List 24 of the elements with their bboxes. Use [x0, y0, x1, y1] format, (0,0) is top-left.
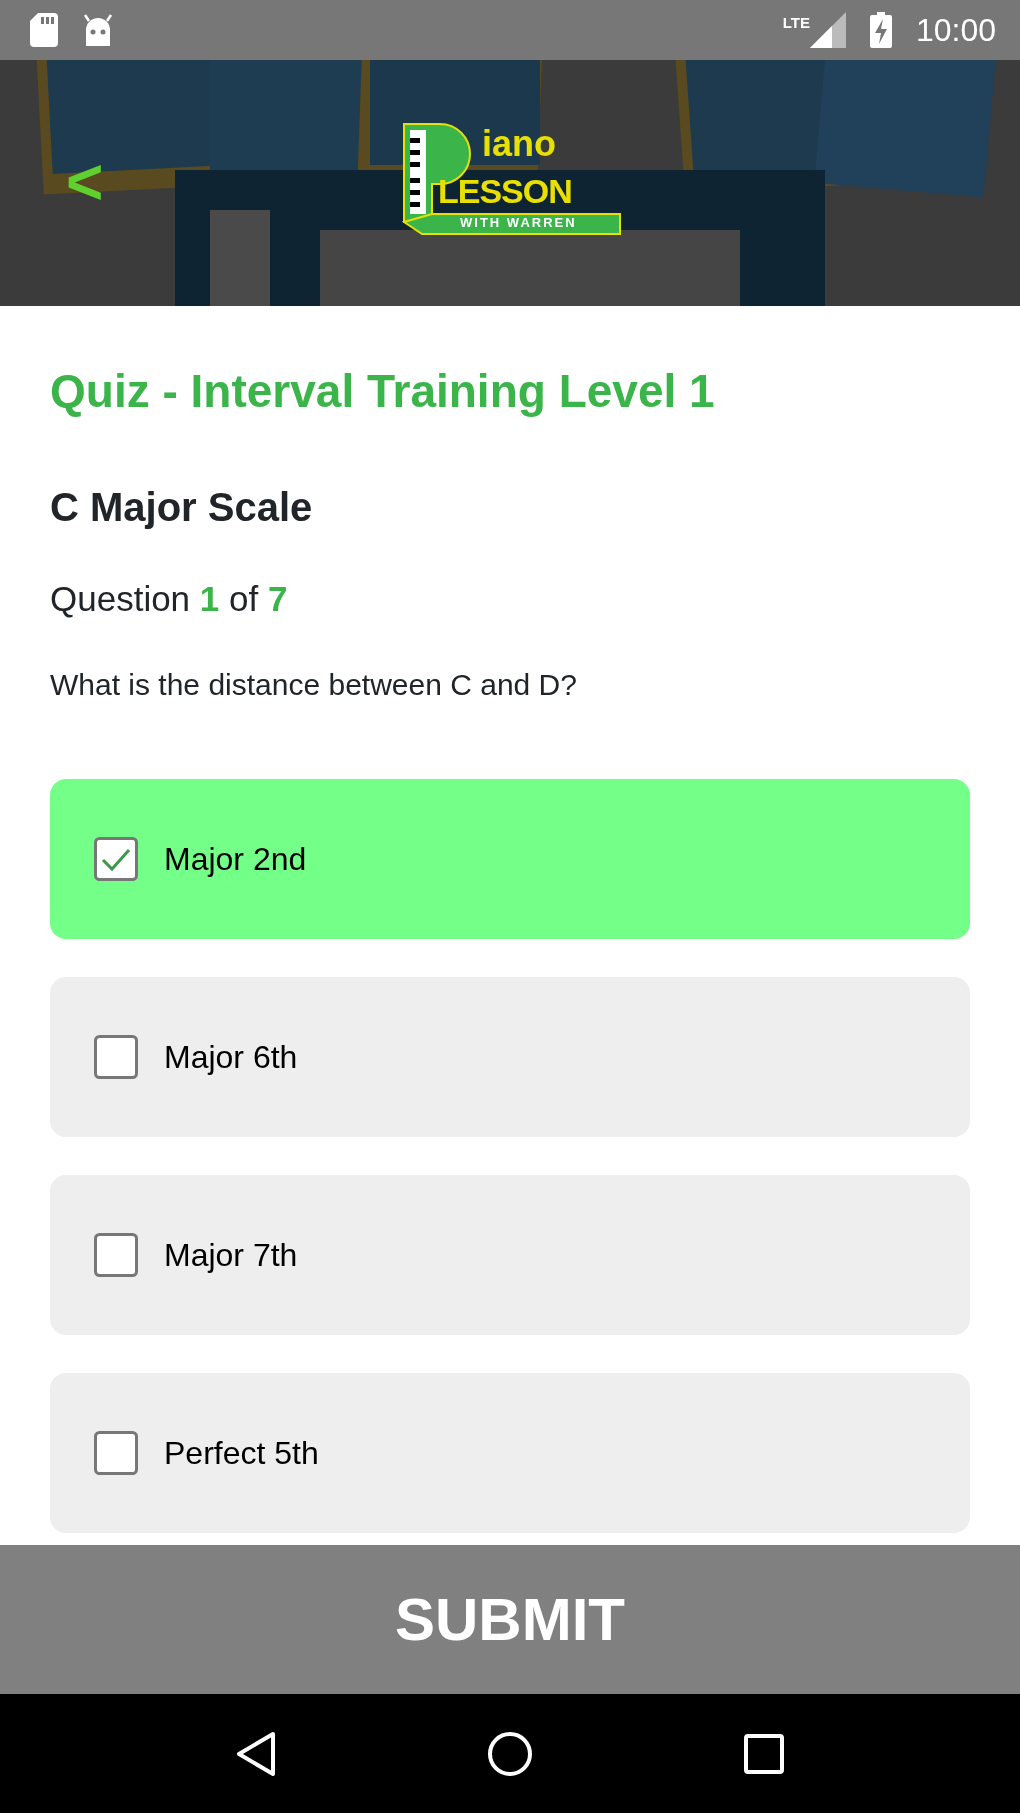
android-icon	[82, 14, 114, 46]
back-button[interactable]: <	[66, 150, 104, 214]
sd-card-icon	[30, 13, 58, 47]
question-progress: Question 1 of 7	[50, 578, 289, 621]
section-heading: C Major Scale	[50, 484, 314, 532]
answer-option[interactable]: Perfect 5th	[50, 1372, 970, 1533]
home-nav-icon[interactable]	[487, 1730, 533, 1777]
clock-time: 10:00	[915, 11, 996, 50]
back-nav-icon[interactable]	[235, 1730, 276, 1777]
submit-button[interactable]: SUBMIT	[0, 1545, 1020, 1694]
logo-tagline: WITH WARREN	[460, 216, 577, 229]
logo-word: iano	[482, 126, 556, 162]
answer-option[interactable]: Major 7th	[50, 1174, 970, 1335]
battery-charging-icon	[869, 12, 892, 48]
quiz-title: Quiz - Interval Training Level 1	[50, 364, 716, 419]
answer-option[interactable]: Major 6th	[50, 976, 970, 1137]
checkbox-icon[interactable]	[94, 1034, 138, 1079]
checked-checkbox-icon[interactable]	[94, 836, 138, 881]
logo-word: LESSON	[438, 174, 572, 208]
checkbox-icon[interactable]	[94, 1232, 138, 1277]
question-text: What is the distance between C and D?	[50, 666, 578, 703]
answer-option[interactable]: Major 2nd	[50, 778, 970, 939]
checkbox-icon[interactable]	[94, 1430, 138, 1475]
recents-nav-icon[interactable]	[744, 1733, 785, 1774]
